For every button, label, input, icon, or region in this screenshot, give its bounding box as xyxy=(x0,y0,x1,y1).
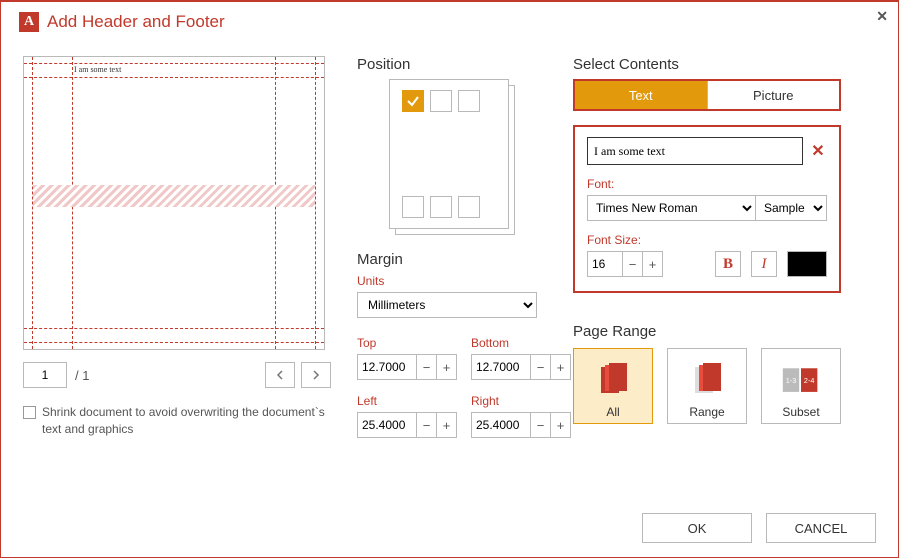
pages-range-icon xyxy=(687,361,727,401)
font-size-inc[interactable]: + xyxy=(643,251,663,277)
margin-left-inc[interactable]: + xyxy=(437,412,457,438)
cancel-button[interactable]: CANCEL xyxy=(766,513,876,543)
svg-text:1-3: 1-3 xyxy=(786,376,797,385)
units-select[interactable]: Millimeters xyxy=(357,292,537,318)
shrink-label: Shrink document to avoid overwriting the… xyxy=(42,404,331,438)
page-total: / 1 xyxy=(75,368,89,383)
bold-button[interactable]: B xyxy=(715,251,741,277)
margin-heading: Margin xyxy=(357,251,547,268)
page-range-subset[interactable]: 1-3 2-4 Subset xyxy=(761,348,841,424)
font-color-swatch[interactable] xyxy=(787,251,827,277)
position-row-bottom xyxy=(402,196,496,218)
pos-bottom-right[interactable] xyxy=(458,196,480,218)
titlebar: A Add Header and Footer ✕ xyxy=(1,2,898,38)
font-size-input[interactable] xyxy=(587,251,623,277)
page-current-input[interactable] xyxy=(23,362,67,388)
page-range-range[interactable]: Range xyxy=(667,348,747,424)
margin-top-dec[interactable]: − xyxy=(417,354,437,380)
svg-text:2-4: 2-4 xyxy=(804,376,815,385)
header-text-input[interactable] xyxy=(587,137,803,165)
margin-left-dec[interactable]: − xyxy=(417,412,437,438)
page-next-button[interactable] xyxy=(301,362,331,388)
page-preview: I am some text xyxy=(23,56,325,350)
position-heading: Position xyxy=(357,56,547,73)
pos-bottom-center[interactable] xyxy=(430,196,452,218)
clear-text-button[interactable]: ✕ xyxy=(809,141,827,161)
page-range-range-label: Range xyxy=(689,405,724,419)
margin-top-label: Top xyxy=(357,336,457,350)
tab-text[interactable]: Text xyxy=(575,81,707,109)
font-name-select[interactable]: Times New Roman xyxy=(587,195,755,221)
preview-header-text: I am some text xyxy=(74,65,121,74)
margin-top-inc[interactable]: + xyxy=(437,354,457,380)
pages-subset-icon: 1-3 2-4 xyxy=(781,361,821,401)
app-icon: A xyxy=(19,12,39,32)
italic-button[interactable]: I xyxy=(751,251,777,277)
margin-right-dec[interactable]: − xyxy=(531,412,551,438)
ok-button[interactable]: OK xyxy=(642,513,752,543)
margin-right-inc[interactable]: + xyxy=(551,412,571,438)
font-label: Font: xyxy=(587,177,827,191)
font-size-label: Font Size: xyxy=(587,233,827,247)
margin-bottom-input[interactable] xyxy=(471,354,531,380)
pos-top-left[interactable] xyxy=(402,90,424,112)
check-icon xyxy=(406,94,420,108)
page-range-heading: Page Range xyxy=(573,323,876,340)
dialog-add-header-footer: A Add Header and Footer ✕ I am some text… xyxy=(0,0,899,558)
tab-picture[interactable]: Picture xyxy=(707,81,840,109)
pages-all-icon xyxy=(593,361,633,401)
content-tabs: Text Picture xyxy=(573,79,841,111)
pos-bottom-left[interactable] xyxy=(402,196,424,218)
page-range-subset-label: Subset xyxy=(782,405,819,419)
margin-right-input[interactable] xyxy=(471,412,531,438)
page-range-all-label: All xyxy=(606,405,619,419)
text-content-panel: ✕ Font: Times New Roman Sample Font Size… xyxy=(573,125,841,293)
page-prev-button[interactable] xyxy=(265,362,295,388)
select-contents-heading: Select Contents xyxy=(573,56,876,73)
margin-top-input[interactable] xyxy=(357,354,417,380)
pager: / 1 xyxy=(23,362,331,388)
margin-bottom-inc[interactable]: + xyxy=(551,354,571,380)
margin-left-label: Left xyxy=(357,394,457,408)
pos-top-right[interactable] xyxy=(458,90,480,112)
chevron-left-icon xyxy=(275,370,285,380)
page-range-all[interactable]: All xyxy=(573,348,653,424)
units-label: Units xyxy=(357,274,547,288)
close-icon[interactable]: ✕ xyxy=(876,8,888,25)
position-row-top xyxy=(402,90,496,112)
font-sample-select[interactable]: Sample xyxy=(755,195,827,221)
margin-bottom-label: Bottom xyxy=(471,336,571,350)
chevron-right-icon xyxy=(311,370,321,380)
shrink-checkbox[interactable] xyxy=(23,406,36,419)
dialog-title: Add Header and Footer xyxy=(47,12,225,32)
pos-top-center[interactable] xyxy=(430,90,452,112)
font-size-dec[interactable]: − xyxy=(623,251,643,277)
margin-left-input[interactable] xyxy=(357,412,417,438)
margin-bottom-dec[interactable]: − xyxy=(531,354,551,380)
margin-right-label: Right xyxy=(471,394,571,408)
